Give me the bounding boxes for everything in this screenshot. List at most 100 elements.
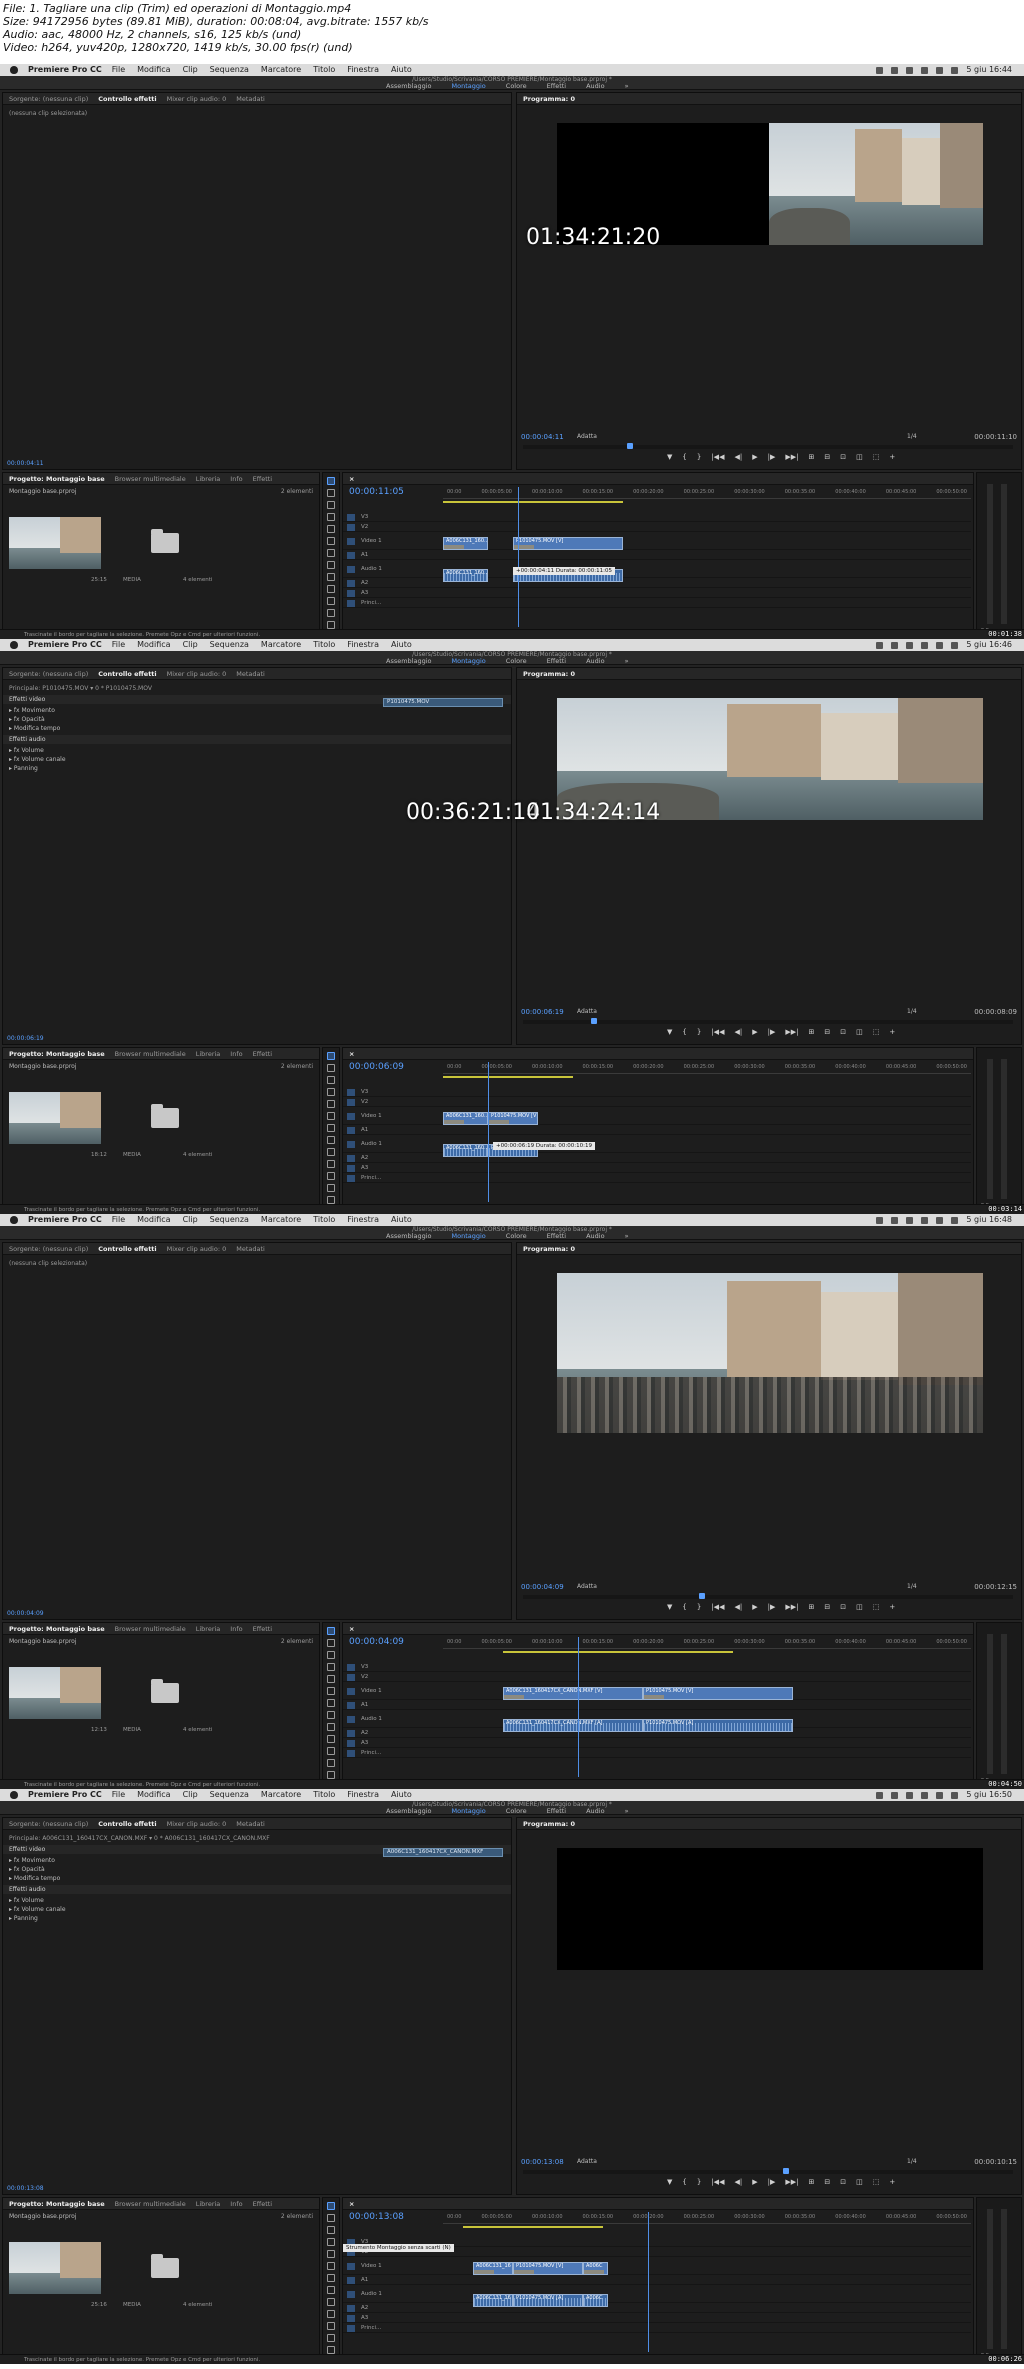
- workspace-tab[interactable]: Colore: [500, 1232, 533, 1240]
- menu-item[interactable]: Titolo: [313, 1214, 335, 1226]
- transport-button[interactable]: ◀|: [734, 1603, 742, 1611]
- tool-icon[interactable]: [327, 609, 335, 617]
- timeline-track[interactable]: V2: [343, 1673, 971, 1682]
- tool-icon[interactable]: [327, 537, 335, 545]
- panel-tab[interactable]: Libreria: [196, 1050, 221, 1058]
- tool-icon[interactable]: [327, 2214, 335, 2222]
- fx-property-row[interactable]: ▸ Panning: [9, 764, 505, 773]
- tool-icon[interactable]: [327, 2274, 335, 2282]
- panel-tab[interactable]: Metadati: [236, 95, 265, 103]
- panel-tab[interactable]: Progetto: Montaggio base: [9, 2200, 105, 2208]
- workspace-tab[interactable]: Montaggio: [446, 1807, 492, 1815]
- status-icon[interactable]: [876, 1216, 884, 1224]
- timeline-track[interactable]: A1: [343, 1126, 971, 1135]
- fx-property-row[interactable]: ▸ fx Volume canale: [9, 1905, 505, 1914]
- fit-dropdown[interactable]: Adatta: [577, 1583, 597, 1590]
- program-label[interactable]: Programma: 0: [523, 95, 575, 103]
- timeline-playhead[interactable]: [518, 487, 519, 627]
- timeline-track[interactable]: Princi...: [343, 599, 971, 608]
- tool-icon[interactable]: [327, 1711, 335, 1719]
- workspace-tab[interactable]: Effetti: [541, 1807, 573, 1815]
- fx-property-row[interactable]: Effetti audio: [3, 735, 511, 744]
- panel-tab[interactable]: Info: [230, 1625, 242, 1633]
- audio-clip[interactable]: A006C: [583, 2294, 608, 2307]
- track-target-button[interactable]: [347, 1674, 355, 1681]
- track-target-button[interactable]: [347, 1750, 355, 1757]
- transport-button[interactable]: +: [889, 453, 895, 461]
- status-icon[interactable]: [921, 66, 929, 74]
- transport-button[interactable]: {: [682, 2178, 686, 2186]
- video-clip[interactable]: A006C: [583, 2262, 608, 2275]
- playhead-icon[interactable]: [699, 1593, 705, 1599]
- transport-button[interactable]: |◀◀: [711, 453, 724, 461]
- work-area-bar[interactable]: [503, 1651, 733, 1653]
- app-name[interactable]: Premiere Pro CC: [28, 639, 102, 651]
- apple-icon[interactable]: [10, 641, 18, 649]
- transport-button[interactable]: ◫: [856, 1028, 863, 1036]
- panel-tab[interactable]: Progetto: Montaggio base: [9, 475, 105, 483]
- audio-clip[interactable]: P1010475.MOV [A]: [513, 2294, 583, 2307]
- timeline-track[interactable]: A1: [343, 1701, 971, 1710]
- playhead-icon[interactable]: [627, 443, 633, 449]
- timeline-track[interactable]: V3: [343, 1088, 971, 1097]
- workspace-tab[interactable]: Effetti: [541, 657, 573, 665]
- menu-item[interactable]: Clip: [183, 1789, 198, 1801]
- fx-property-row[interactable]: ▸ fx Volume: [9, 746, 505, 755]
- transport-button[interactable]: ⬚: [873, 1603, 880, 1611]
- status-icon[interactable]: [906, 66, 914, 74]
- track-target-button[interactable]: [347, 1664, 355, 1671]
- transport-button[interactable]: ⊞: [808, 1028, 814, 1036]
- fit-dropdown[interactable]: Adatta: [577, 1008, 597, 1015]
- time-ruler[interactable]: 00:00 00:00:05:00 00:00:10:00 00:00:15:00 00…: [443, 1064, 971, 1074]
- tool-icon[interactable]: [327, 2202, 335, 2210]
- tool-icon[interactable]: [327, 1076, 335, 1084]
- fx-property-row[interactable]: ▸ fx Opacità: [9, 1865, 505, 1874]
- workspace-tab[interactable]: Effetti: [541, 82, 573, 90]
- panel-tab[interactable]: Metadati: [236, 1245, 265, 1253]
- folder-icon[interactable]: [151, 1679, 179, 1703]
- transport-button[interactable]: ⊞: [808, 453, 814, 461]
- time-ruler[interactable]: 00:00 00:00:05:00 00:00:10:00 00:00:15:00 00…: [443, 1639, 971, 1649]
- video-clip[interactable]: P1010475.MOV [V]: [513, 2262, 583, 2275]
- video-clip[interactable]: A006C131_16: [473, 2262, 513, 2275]
- timeline-track[interactable]: Audio 1: [343, 565, 971, 578]
- app-name[interactable]: Premiere Pro CC: [28, 1214, 102, 1226]
- tool-icon[interactable]: [327, 1148, 335, 1156]
- timeline-track[interactable]: V2: [343, 1098, 971, 1107]
- panel-tab[interactable]: Effetti: [253, 1625, 273, 1633]
- transport-button[interactable]: |▶: [768, 453, 776, 461]
- tool-icon[interactable]: [327, 1627, 335, 1635]
- workspace-tab[interactable]: Assemblaggio: [380, 82, 438, 90]
- transport-button[interactable]: ▶▶|: [785, 453, 798, 461]
- audio-clip[interactable]: A006C131_16: [473, 2294, 513, 2307]
- status-icon[interactable]: [906, 641, 914, 649]
- panel-tab[interactable]: Info: [230, 1050, 242, 1058]
- fx-property-row[interactable]: ▸ Panning: [9, 1914, 505, 1923]
- status-icon[interactable]: [951, 66, 959, 74]
- status-icon[interactable]: [891, 1791, 899, 1799]
- workspace-tab[interactable]: »: [619, 657, 635, 665]
- status-icon[interactable]: [891, 66, 899, 74]
- transport-button[interactable]: ▶: [752, 453, 757, 461]
- track-target-button[interactable]: [347, 1175, 355, 1182]
- transport-button[interactable]: ⊡: [840, 453, 846, 461]
- tool-icon[interactable]: [327, 1771, 335, 1779]
- panel-tab[interactable]: Libreria: [196, 2200, 221, 2208]
- timeline-track[interactable]: A3: [343, 1164, 971, 1173]
- menu-item[interactable]: Aiuto: [391, 639, 412, 651]
- panel-tab[interactable]: Info: [230, 475, 242, 483]
- playhead-timecode[interactable]: 00:00:06:19: [521, 1008, 564, 1016]
- tool-icon[interactable]: [327, 2346, 335, 2354]
- track-target-button[interactable]: [347, 1165, 355, 1172]
- tool-icon[interactable]: [327, 525, 335, 533]
- tool-icon[interactable]: [327, 2322, 335, 2330]
- tool-icon[interactable]: [327, 2250, 335, 2258]
- transport-button[interactable]: ⊟: [824, 1603, 830, 1611]
- transport-button[interactable]: ◫: [856, 453, 863, 461]
- panel-tab[interactable]: Mixer clip audio: 0: [167, 670, 227, 678]
- tool-icon[interactable]: [327, 2238, 335, 2246]
- panel-tab[interactable]: Libreria: [196, 475, 221, 483]
- transport-button[interactable]: ▼: [667, 2178, 672, 2186]
- apple-icon[interactable]: [10, 66, 18, 74]
- video-clip[interactable]: P1010475.MOV [V]: [513, 537, 623, 550]
